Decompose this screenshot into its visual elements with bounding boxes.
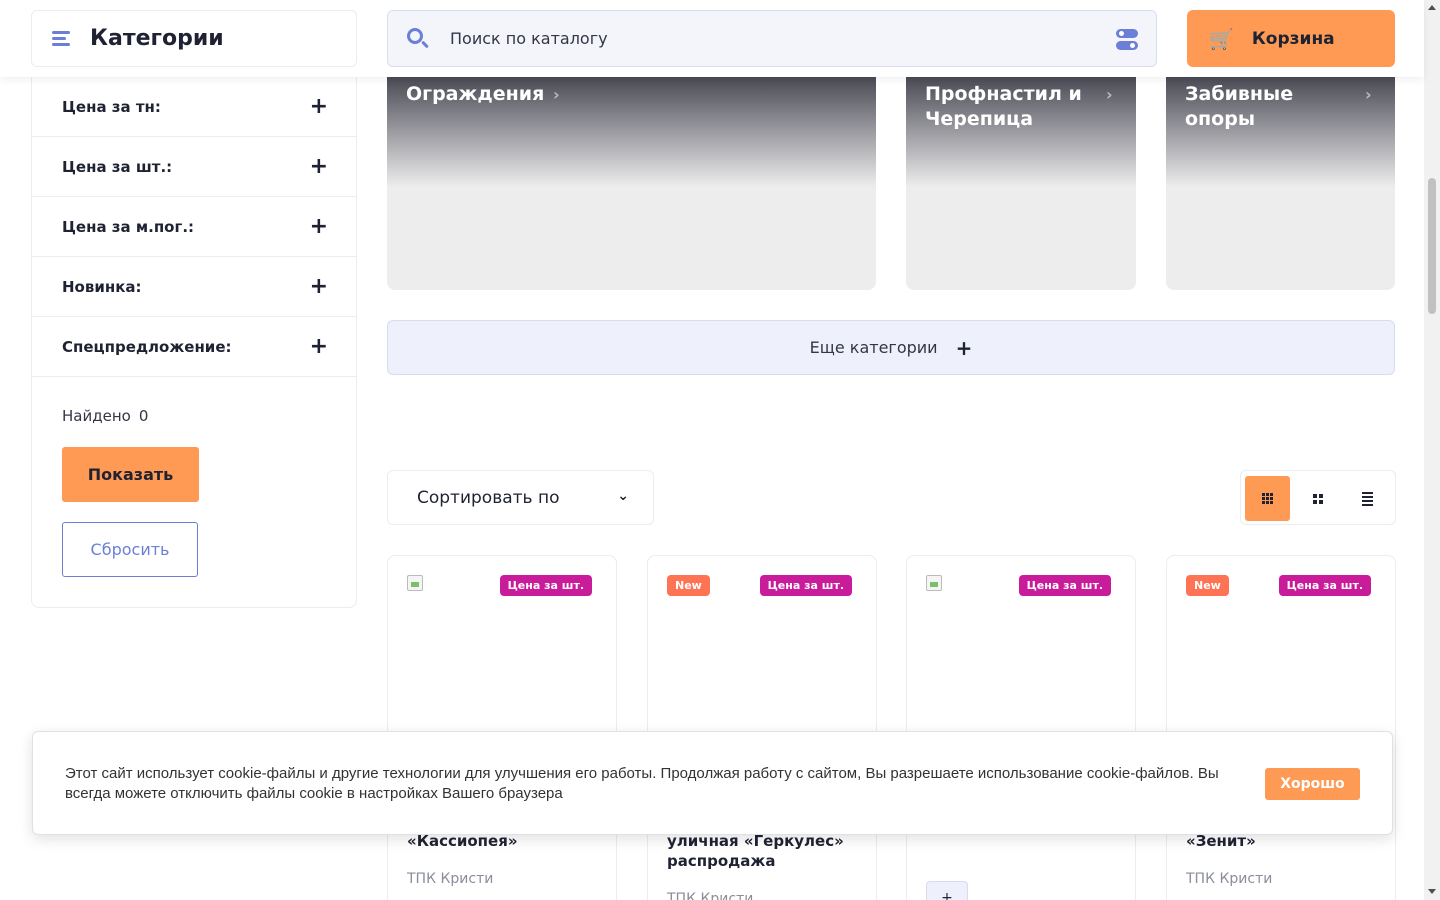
filter-toggle-icon[interactable] xyxy=(1116,29,1138,51)
grid-small-icon xyxy=(1312,493,1323,504)
cart-icon: 🛒 xyxy=(1209,26,1234,51)
product-card[interactable]: New Цена за шт. «Зенит» ТПК Кристи xyxy=(1166,555,1396,900)
more-categories-label: Еще категории xyxy=(809,338,938,357)
found-label: Найдено xyxy=(62,407,131,425)
cart-label: Корзина xyxy=(1251,28,1335,49)
product-brand: ТПК Кристи xyxy=(1186,871,1273,887)
price-badge: Цена за шт. xyxy=(499,575,592,596)
product-name[interactable]: уличная «Геркулес» распродажа xyxy=(667,831,857,871)
found-count: Найдено 0 xyxy=(62,407,148,425)
product-image[interactable] xyxy=(926,575,942,591)
sort-label: Сортировать по xyxy=(417,487,560,508)
filter-label: Цена за тн: xyxy=(62,97,161,116)
list-icon xyxy=(1362,491,1373,506)
price-badge: Цена за шт. xyxy=(1278,575,1371,596)
view-grid-large-button[interactable] xyxy=(1245,476,1290,521)
category-title: Ограждения xyxy=(406,83,545,105)
search-icon[interactable] xyxy=(406,27,430,51)
filter-sidebar: Цена за тн: + Цена за шт.: + Цена за м.п… xyxy=(31,77,357,608)
burger-icon xyxy=(52,30,72,47)
filter-price-per-piece[interactable]: Цена за шт.: + xyxy=(32,137,356,197)
price-badge: Цена за шт. xyxy=(1018,575,1111,596)
filter-price-per-ton[interactable]: Цена за тн: + xyxy=(32,77,356,137)
add-button[interactable]: + xyxy=(926,881,968,900)
product-brand: ТПК Кристи xyxy=(667,891,754,900)
scroll-up-icon[interactable] xyxy=(1428,5,1436,10)
cart-button[interactable]: 🛒 Корзина xyxy=(1187,10,1395,67)
view-list-button[interactable] xyxy=(1345,476,1390,521)
scrollbar[interactable] xyxy=(1424,0,1440,900)
categories-label: Категории xyxy=(90,26,224,51)
cookie-accept-button[interactable]: Хорошо xyxy=(1265,768,1360,800)
category-tile-fences[interactable]: Ограждения › xyxy=(387,77,876,290)
product-card[interactable]: Цена за шт. + xyxy=(906,555,1136,900)
plus-icon[interactable]: + xyxy=(310,155,328,178)
grid-large-icon xyxy=(1262,493,1273,504)
filter-label: Новинка: xyxy=(62,277,142,296)
product-image[interactable] xyxy=(407,575,423,591)
categories-button[interactable]: Категории xyxy=(31,10,357,67)
cookie-text: Этот сайт использует cookie-файлы и друг… xyxy=(65,765,1219,802)
price-badge: Цена за шт. xyxy=(759,575,852,596)
filter-label: Цена за шт.: xyxy=(62,157,173,176)
search-bar xyxy=(387,10,1157,67)
sort-dropdown[interactable]: Сортировать по ⌄ xyxy=(387,470,654,525)
plus-icon[interactable]: + xyxy=(310,275,328,298)
chevron-right-icon: › xyxy=(553,85,560,104)
category-title: Профнастил и Черепица xyxy=(925,83,1082,130)
header: Категории 🛒 Корзина xyxy=(0,0,1424,77)
category-title: Забивные опоры xyxy=(1185,83,1294,130)
product-card[interactable]: Цена за шт. «Кассиопея» ТПК Кристи xyxy=(387,555,617,900)
product-card[interactable]: New Цена за шт. уличная «Геркулес» распр… xyxy=(647,555,877,900)
new-badge: New xyxy=(667,575,710,596)
plus-icon: + xyxy=(955,335,973,360)
found-value: 0 xyxy=(138,407,149,425)
plus-icon[interactable]: + xyxy=(310,95,328,118)
chevron-right-icon: › xyxy=(1365,85,1372,104)
product-brand: ТПК Кристи xyxy=(407,871,494,887)
filter-new[interactable]: Новинка: + xyxy=(32,257,356,317)
view-switcher xyxy=(1240,470,1396,525)
view-grid-small-button[interactable] xyxy=(1295,476,1340,521)
filter-label: Спецпредложение: xyxy=(62,337,232,356)
search-input[interactable] xyxy=(450,29,1090,48)
reset-button[interactable]: Сбросить xyxy=(62,522,198,577)
more-categories-button[interactable]: Еще категории + xyxy=(387,320,1395,375)
filter-price-per-meter[interactable]: Цена за м.пог.: + xyxy=(32,197,356,257)
new-badge: New xyxy=(1186,575,1229,596)
show-button[interactable]: Показать xyxy=(62,447,199,502)
plus-icon[interactable]: + xyxy=(310,335,328,358)
category-tile-profnastil[interactable]: Профнастил и Черепица › xyxy=(906,77,1136,290)
filter-label: Цена за м.пог.: xyxy=(62,217,195,236)
category-tile-piles[interactable]: Забивные опоры › xyxy=(1166,77,1395,290)
filter-special-offer[interactable]: Спецпредложение: + xyxy=(32,317,356,377)
chevron-down-icon: ⌄ xyxy=(617,488,629,504)
cookie-banner: Этот сайт использует cookie-файлы и друг… xyxy=(32,731,1393,835)
plus-icon[interactable]: + xyxy=(310,215,328,238)
scroll-down-icon[interactable] xyxy=(1428,889,1436,894)
scroll-thumb[interactable] xyxy=(1428,178,1436,314)
chevron-right-icon: › xyxy=(1106,85,1113,104)
